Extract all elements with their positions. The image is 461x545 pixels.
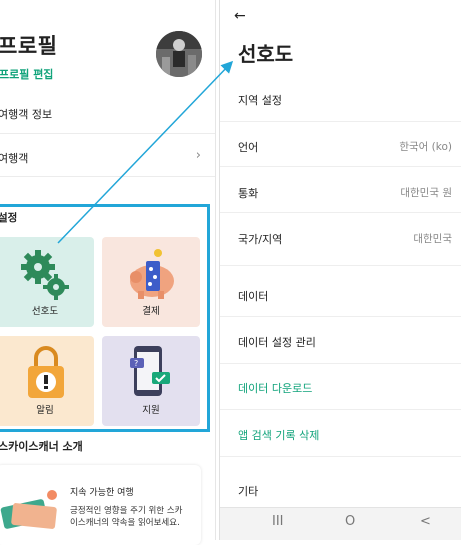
divider xyxy=(220,456,461,457)
edit-profile-link[interactable]: 프로필 편집 xyxy=(0,66,53,82)
tile-notifications[interactable]: 알림 xyxy=(0,336,94,426)
traveler-label: 여행객 xyxy=(0,152,29,165)
lock-alert-icon xyxy=(28,346,64,398)
download-data-label: 데이터 다운로드 xyxy=(238,382,313,395)
back-nav-icon[interactable]: < xyxy=(420,514,431,529)
phone-support-icon: ? xyxy=(130,346,170,396)
tile-preferences-label: 선호도 xyxy=(31,306,59,317)
tile-payment-label: 결제 xyxy=(142,306,160,317)
avatar[interactable] xyxy=(156,31,202,77)
tile-support[interactable]: ? 지원 xyxy=(102,336,200,426)
country-label: 국가/지역 xyxy=(238,233,283,246)
list-item-manage-data[interactable]: 데이터 설정 관리 xyxy=(238,334,461,364)
tile-payment[interactable]: 결제 xyxy=(102,237,200,327)
recent-apps-icon[interactable]: III xyxy=(272,514,284,529)
language-value: 한국어 (ko) xyxy=(399,141,452,153)
divider xyxy=(220,409,461,410)
download-data-link[interactable]: 데이터 다운로드 xyxy=(238,380,461,410)
country-value: 대한민국 xyxy=(413,233,452,245)
ticket-illustration-icon xyxy=(0,490,57,529)
tile-support-label: 지원 xyxy=(142,405,160,416)
page-title: 프로필 xyxy=(0,34,58,58)
svg-text:?: ? xyxy=(134,359,138,368)
divider xyxy=(220,166,461,167)
home-icon[interactable]: O xyxy=(345,514,355,529)
section-data: 데이터 xyxy=(238,288,461,318)
arrow-left-icon[interactable]: ← xyxy=(234,8,246,24)
tile-notifications-label: 알림 xyxy=(36,405,54,416)
manage-data-label: 데이터 설정 관리 xyxy=(238,336,316,349)
section-label: 데이터 xyxy=(238,290,269,303)
card-title: 지속 가능한 여행 xyxy=(70,488,134,498)
divider xyxy=(220,316,461,317)
currency-value: 대한민국 원 xyxy=(400,187,452,199)
language-label: 언어 xyxy=(238,141,259,154)
tile-preferences[interactable]: 선호도 xyxy=(0,237,94,327)
preferences-screen: ← 선호도 지역 설정 언어 한국어 (ko) 통화 대한민국 원 국가/지역 … xyxy=(219,0,461,540)
section-region-settings: 지역 설정 xyxy=(238,92,461,122)
list-item-language[interactable]: 언어 한국어 (ko) xyxy=(238,139,461,169)
android-nav-bar: III O < xyxy=(220,507,461,540)
piggy-bank-icon xyxy=(130,249,174,299)
page-title: 선호도 xyxy=(238,42,294,66)
chevron-right-icon: › xyxy=(195,148,201,163)
card-text: 긍정적인 영향을 주기 위한 스카이스캐너의 약속을 읽어보세요. xyxy=(70,506,183,528)
divider xyxy=(220,265,461,266)
clear-history-label: 앱 검색 기록 삭제 xyxy=(238,429,320,442)
divider xyxy=(0,176,215,177)
clear-search-history-link[interactable]: 앱 검색 기록 삭제 xyxy=(238,427,461,457)
currency-label: 통화 xyxy=(238,187,259,200)
divider xyxy=(220,212,461,213)
divider xyxy=(220,363,461,364)
list-item-traveler[interactable]: 여행객 › xyxy=(0,148,213,166)
traveler-info-header: 여행객 정보 xyxy=(0,108,53,121)
list-item-currency[interactable]: 통화 대한민국 원 xyxy=(238,185,461,215)
gears-icon xyxy=(21,250,69,300)
sustainability-card[interactable]: 지속 가능한 여행 긍정적인 영향을 주기 위한 스카이스캐너의 약속을 읽어보… xyxy=(0,465,201,545)
divider xyxy=(0,133,215,134)
section-label: 지역 설정 xyxy=(238,94,282,107)
section-label: 기타 xyxy=(238,485,259,498)
profile-screen: 프로필 프로필 편집 여행객 정보 여행객 › 설정 선호도 결제 알림 ? 지… xyxy=(0,0,216,545)
divider xyxy=(220,121,461,122)
list-item-country[interactable]: 국가/지역 대한민국 xyxy=(238,231,461,261)
about-section-label: 스카이스캐너 소개 xyxy=(0,440,83,453)
